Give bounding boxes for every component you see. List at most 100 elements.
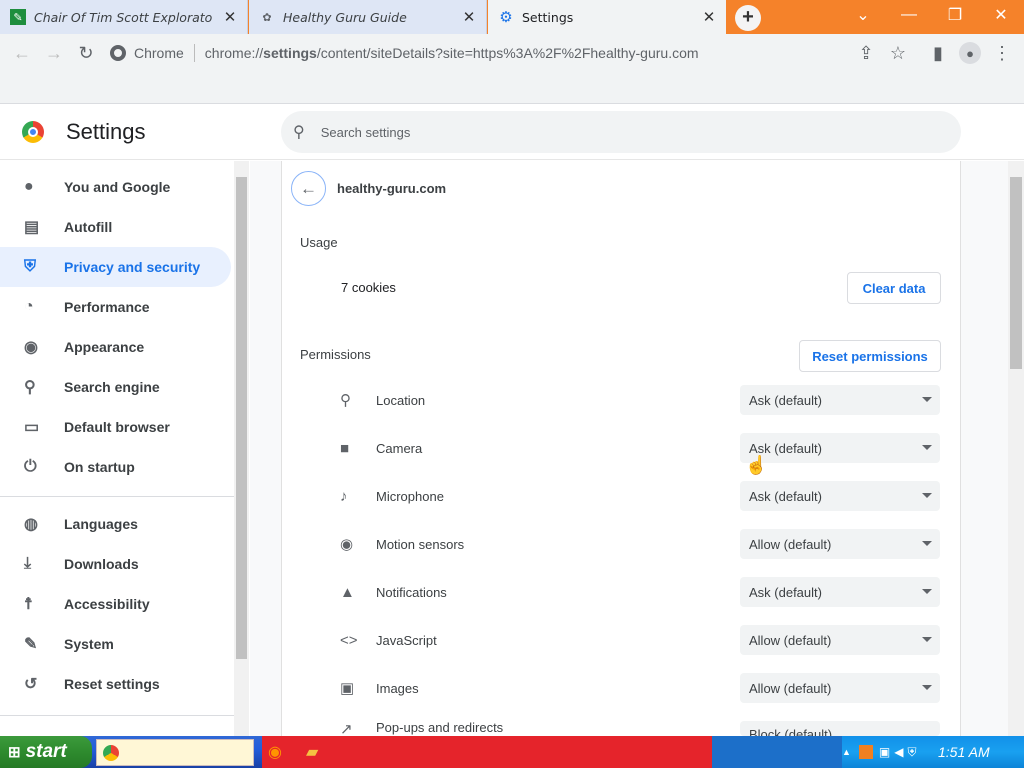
- volume-icon[interactable]: ◀: [894, 745, 903, 759]
- back-button[interactable]: ←: [291, 171, 326, 206]
- tab-title: Chair Of Tim Scott Explorato: [34, 9, 213, 25]
- chrome-logo-icon: [22, 121, 44, 143]
- sidebar-item-accessibility[interactable]: ☨ Accessibility: [0, 584, 231, 624]
- sidebar-item-label: Appearance: [64, 339, 145, 355]
- sidebar-item-label: Accessibility: [64, 596, 150, 612]
- sidebar-item-appearance[interactable]: ◉ Appearance: [0, 327, 231, 367]
- menu-icon[interactable]: ⋮: [988, 40, 1016, 66]
- main-scrollbar-thumb[interactable]: [1010, 177, 1022, 369]
- url-prefix: chrome://: [204, 45, 264, 61]
- close-tab-icon[interactable]: ✕: [698, 8, 720, 26]
- omnibox-label: Chrome: [134, 45, 184, 61]
- tray-expand-icon[interactable]: ▲: [842, 747, 851, 757]
- search-input[interactable]: ⚲ Search settings: [281, 111, 961, 153]
- sidebar-item-label: On startup: [64, 459, 135, 475]
- sidebar-item-label: Languages: [64, 516, 138, 532]
- sidebar-item-label: Downloads: [64, 556, 139, 572]
- sidebar-item-system[interactable]: ✎ System: [0, 624, 231, 664]
- sidebar-item-label: Reset settings: [64, 676, 160, 692]
- profile-avatar[interactable]: ●: [956, 40, 984, 66]
- notifications-select[interactable]: Ask (default): [740, 577, 940, 607]
- share-icon[interactable]: ⇪: [852, 40, 880, 66]
- images-select[interactable]: Allow (default): [740, 673, 940, 703]
- sidebar-item-search-engine[interactable]: ⚲ Search engine: [0, 367, 231, 407]
- javascript-select[interactable]: Allow (default): [740, 625, 940, 655]
- dropdown-arrow-icon: [922, 493, 932, 498]
- sidebar-item-label: System: [64, 636, 114, 652]
- sidebar-item-label: Privacy and security: [64, 259, 201, 275]
- microphone-select[interactable]: Ask (default): [740, 481, 940, 511]
- sidebar-item-performance[interactable]: ◔ Performance: [0, 287, 231, 327]
- sidebar-item-default-browser[interactable]: ▭ Default browser: [0, 407, 231, 447]
- popups-select[interactable]: Block (default): [740, 721, 940, 736]
- forward-icon[interactable]: →: [40, 40, 68, 66]
- back-icon[interactable]: ←: [8, 40, 36, 66]
- reset-permissions-button[interactable]: Reset permissions: [799, 340, 941, 372]
- dropdown-arrow-icon: [922, 589, 932, 594]
- start-button[interactable]: ⊞ start: [0, 736, 92, 768]
- sidebar-item-autofill[interactable]: ▤ Autofill: [0, 207, 231, 247]
- sidebar-item-privacy-and-security[interactable]: ⛨ Privacy and security: [0, 247, 231, 287]
- address-bar[interactable]: Chrome chrome://settings/content/siteDet…: [110, 38, 750, 68]
- system-tray: ▲ ▣ ◀ ⛨: [842, 736, 1024, 768]
- taskbar-spacer: [712, 736, 842, 768]
- tab-settings[interactable]: ⚙ Settings ✕: [488, 0, 726, 34]
- tab-healthy-guru-guide[interactable]: ✿ Healthy Guru Guide ✕: [249, 0, 487, 34]
- network-icon[interactable]: ▣: [879, 745, 890, 759]
- permission-name: JavaScript: [376, 632, 437, 648]
- tab-chair-of-tim-scott[interactable]: ✎ Chair Of Tim Scott Explorato ✕: [0, 0, 248, 34]
- side-panel-icon[interactable]: ▮: [924, 40, 952, 66]
- avatar-icon: ●: [959, 42, 981, 64]
- restore-button[interactable]: ❐: [932, 0, 978, 30]
- sidebar-item-you-and-google[interactable]: ● You and Google: [0, 167, 231, 207]
- folder-icon[interactable]: ▰: [306, 742, 318, 762]
- taskbar-chrome-app[interactable]: [96, 739, 254, 766]
- dropdown-arrow-icon: [922, 445, 932, 450]
- url-host: settings: [263, 45, 317, 61]
- new-tab-button[interactable]: +: [735, 5, 761, 31]
- sidebar-item-reset-settings[interactable]: ↺ Reset settings: [0, 664, 231, 704]
- tray-app-icon[interactable]: [858, 745, 873, 759]
- permission-name: Images: [376, 680, 419, 696]
- url-path: /content/siteDetails?site=https%3A%2F%2F…: [316, 45, 699, 61]
- select-value: Ask (default): [749, 392, 822, 408]
- omnibox-separator: [193, 44, 195, 62]
- usage-heading: Usage: [300, 235, 338, 250]
- location-select[interactable]: Ask (default): [740, 385, 940, 415]
- sensors-icon: ◉: [340, 536, 354, 553]
- close-tab-icon[interactable]: ✕: [458, 8, 480, 26]
- history-icon: ↺: [24, 676, 38, 693]
- download-icon: ⤓: [24, 555, 32, 572]
- reload-icon[interactable]: ↻: [72, 40, 100, 66]
- sidebar-item-on-startup[interactable]: ⏻ On startup: [0, 447, 231, 487]
- location-icon: ⚲: [340, 392, 351, 409]
- select-value: Allow (default): [749, 680, 832, 696]
- close-tab-icon[interactable]: ✕: [219, 8, 241, 26]
- sidebar-item-languages[interactable]: ◍ Languages: [0, 504, 231, 544]
- sidebar-scrollbar-thumb[interactable]: [236, 177, 247, 659]
- firefox-icon[interactable]: ◉: [268, 742, 282, 762]
- sidebar-item-label: You and Google: [64, 179, 171, 195]
- minimize-button[interactable]: —: [886, 0, 932, 30]
- sidebar-item-downloads[interactable]: ⤓ Downloads: [0, 544, 231, 584]
- chrome-logo-center: [28, 127, 38, 137]
- clear-data-button[interactable]: Clear data: [847, 272, 941, 304]
- sidebar-item-label: Performance: [64, 299, 150, 315]
- select-value: Allow (default): [749, 632, 832, 648]
- permission-name: Pop-ups and redirects: [376, 720, 504, 735]
- camera-select[interactable]: Ask (default): [740, 433, 940, 463]
- bookmark-star-icon[interactable]: ☆: [884, 40, 912, 66]
- motion-sensors-select[interactable]: Allow (default): [740, 529, 940, 559]
- bell-icon: ▲: [340, 583, 355, 601]
- sidebar-item-label: Search engine: [64, 379, 160, 395]
- permission-name: Location: [376, 392, 426, 408]
- search-icon: ⚲: [24, 379, 36, 396]
- close-window-button[interactable]: ✕: [978, 0, 1024, 30]
- select-value: Block (default): [749, 727, 833, 736]
- palette-icon: ◉: [24, 339, 38, 356]
- site-icon: ✿: [262, 11, 272, 24]
- taskbar-clock[interactable]: 1:51 AM: [938, 744, 990, 760]
- dropdown-arrow-icon: [922, 541, 932, 546]
- tab-search-chevron-icon[interactable]: ⌄: [840, 0, 886, 30]
- security-icon[interactable]: ⛨: [908, 745, 917, 760]
